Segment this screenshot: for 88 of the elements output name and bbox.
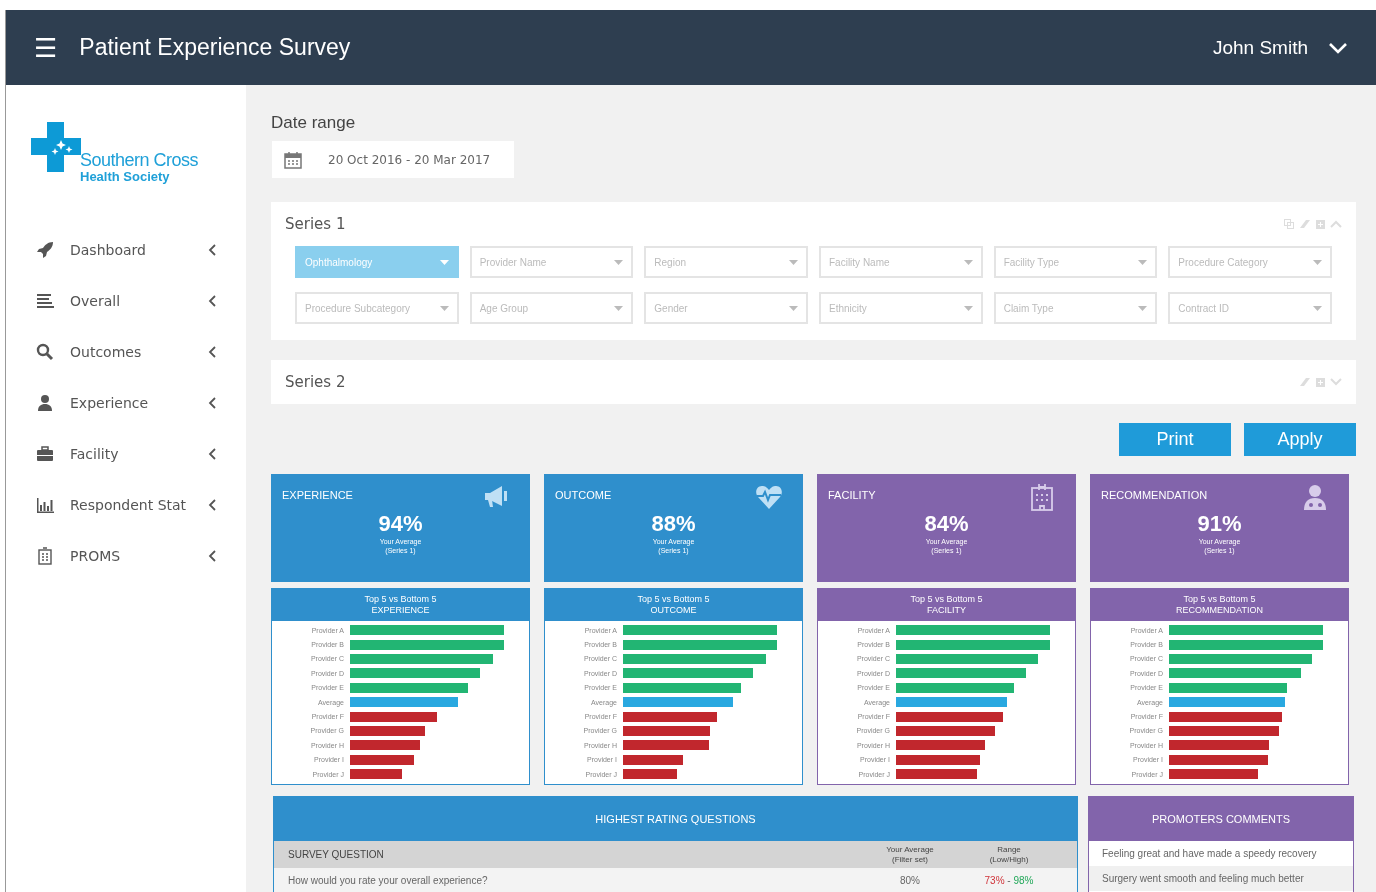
logo-name: Southern Cross: [80, 151, 199, 169]
chevron-down-icon[interactable]: [1330, 378, 1342, 386]
logo-subtitle: Health Society: [80, 169, 171, 184]
filter-dropdown[interactable]: Procedure Subcategory: [295, 292, 459, 324]
sidebar-item[interactable]: Respondent Stat: [6, 479, 246, 530]
heartbeat-icon: [755, 483, 783, 511]
caret-icon: [963, 259, 973, 265]
sidebar-item[interactable]: Experience: [6, 377, 246, 428]
print-button[interactable]: Print: [1119, 423, 1231, 456]
chart-title: Top 5 vs Bottom 5 FACILITY: [910, 594, 983, 616]
plus-box-icon[interactable]: [1316, 377, 1325, 387]
chevron-left-icon: [208, 396, 216, 409]
person-icon: [36, 393, 54, 412]
chevron-up-icon[interactable]: [1330, 220, 1342, 228]
page-title: Patient Experience Survey: [79, 34, 351, 61]
date-range-label: Date range: [271, 113, 357, 133]
comment-text: Feeling great and have made a speedy recovery: [1101, 847, 1318, 861]
caret-icon: [1313, 305, 1322, 311]
series-title: Series 2: [285, 373, 346, 391]
filter-dropdown[interactable]: Provider Name: [469, 246, 634, 278]
chevron-left-icon: [208, 243, 216, 256]
plus-box-icon[interactable]: [1316, 219, 1325, 229]
caret-icon: [439, 305, 449, 311]
menu-button[interactable]: ☰: [34, 32, 58, 63]
chevron-left-icon: [208, 345, 216, 358]
kpi-value: 84%: [924, 511, 969, 537]
chart-title: Top 5 vs Bottom 5 RECOMMENDATION: [1176, 594, 1263, 616]
filter-dropdown[interactable]: Claim Type: [993, 292, 1158, 324]
user-menu[interactable]: John Smith: [1206, 35, 1354, 60]
kpi-value: 94%: [378, 511, 423, 537]
building-icon: [36, 546, 54, 565]
caret-icon: [1313, 259, 1322, 265]
apply-button[interactable]: Apply: [1244, 423, 1356, 456]
filter-dropdown[interactable]: Region: [644, 246, 808, 278]
table-cell-text: 80%: [899, 874, 921, 886]
chevron-left-icon: [208, 549, 216, 562]
cross-logo-icon: [31, 122, 81, 172]
kpi-value: 91%: [1197, 511, 1242, 537]
chart-title: Top 5 vs Bottom 5 EXPERIENCE: [364, 594, 437, 616]
sidebar-item[interactable]: Dashboard: [6, 224, 246, 275]
kpi-title: EXPERIENCE: [282, 489, 353, 501]
copy-icon[interactable]: [1284, 219, 1294, 229]
range-cell-text: 73% - 98%: [983, 874, 1035, 886]
kpi-title: FACILITY: [828, 489, 876, 501]
filter-dropdown[interactable]: Contract ID: [1168, 292, 1332, 324]
column-header: Range (Low/High): [988, 844, 1030, 865]
column-header: Your Average (Filter set): [885, 844, 935, 865]
table-cell-text: How would you rate your overall experience?: [288, 874, 489, 886]
chevron-down-icon: [1328, 40, 1348, 55]
caret-icon: [614, 305, 624, 311]
kpi-title: OUTCOME: [555, 489, 612, 501]
sidebar-item[interactable]: Facility: [6, 428, 246, 479]
search-icon: [36, 342, 54, 361]
hospital-icon: [1028, 483, 1056, 511]
calendar-icon: [284, 150, 302, 169]
series-title: Series 1: [285, 215, 346, 233]
briefcase-icon: [36, 444, 54, 463]
filter-dropdown[interactable]: Age Group: [469, 292, 634, 324]
filter-dropdown[interactable]: Procedure Category: [1168, 246, 1332, 278]
filter-dropdown[interactable]: Facility Name: [819, 246, 983, 278]
caret-icon: [439, 259, 449, 265]
filter-dropdown[interactable]: Facility Type: [993, 246, 1158, 278]
comments-title: PROMOTERS COMMENTS: [1151, 813, 1291, 825]
caret-icon: [614, 259, 624, 265]
questions-title: HIGHEST RATING QUESTIONS: [595, 813, 756, 825]
rocket-icon: [36, 240, 54, 259]
caret-icon: [789, 259, 798, 265]
chevron-left-icon: [208, 294, 216, 307]
caret-icon: [789, 305, 798, 311]
column-header: SURVEY QUESTION: [288, 849, 385, 860]
filter-dropdown[interactable]: Ophthalmology: [295, 246, 459, 278]
kpi-value: 88%: [651, 511, 696, 537]
chevron-left-icon: [208, 498, 216, 511]
chevron-left-icon: [208, 447, 216, 460]
caret-icon: [1138, 259, 1148, 265]
caret-icon: [1138, 305, 1148, 311]
kpi-title: RECOMMENDATION: [1101, 489, 1208, 501]
lines-icon: [36, 291, 54, 310]
sidebar-item[interactable]: Outcomes: [6, 326, 246, 377]
bar-chart-icon: [36, 495, 54, 514]
sidebar-item[interactable]: Overall: [6, 275, 246, 326]
chart-title: Top 5 vs Bottom 5 OUTCOME: [637, 594, 710, 616]
comment-text: Surgery went smooth and feeling much better: [1089, 866, 1353, 891]
sidebar-item[interactable]: PROMS: [6, 530, 246, 581]
filter-dropdown[interactable]: Gender: [644, 292, 808, 324]
filter-dropdown[interactable]: Ethnicity: [819, 292, 983, 324]
date-range-field[interactable]: 20 Oct 2016 - 20 Mar 2017: [272, 141, 514, 178]
caret-icon: [963, 305, 973, 311]
